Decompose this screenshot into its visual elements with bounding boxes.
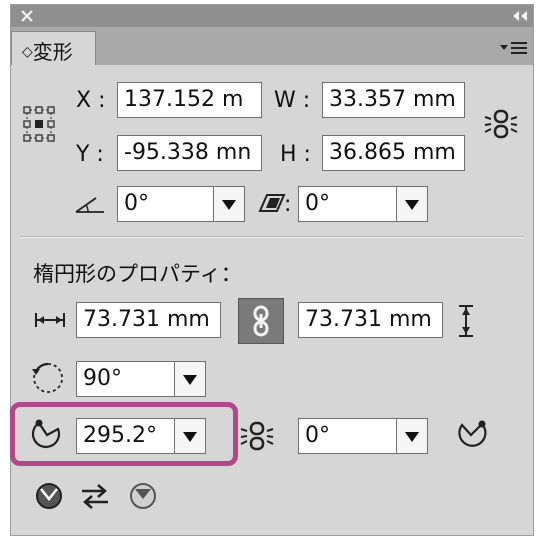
h-label: H : — [280, 142, 311, 167]
constrain-link-icon[interactable] — [484, 108, 518, 140]
pie-end-value: 0° — [305, 423, 330, 448]
shear-colon: : — [284, 192, 292, 217]
w-label: W : — [274, 88, 311, 113]
y-label: Y : — [76, 142, 104, 167]
rotate-angle-icon — [75, 197, 104, 213]
ellipse-rotate-icon — [32, 362, 63, 393]
y-field[interactable]: -95.338 mn — [117, 135, 262, 171]
w-field[interactable]: 33.357 mm — [322, 82, 465, 118]
link-icon — [253, 305, 269, 337]
shear-dropdown-arrow-icon[interactable] — [396, 187, 427, 221]
pie-end-dropdown[interactable]: 0° — [298, 418, 428, 454]
ellipse-height-field[interactable]: 73.731 mm — [298, 302, 443, 338]
ellipse-properties-heading: 楕円形のプロパティ： — [33, 262, 242, 286]
ellipse-height-icon — [459, 305, 473, 337]
swap-icon[interactable] — [80, 483, 110, 509]
pie-invert-icon[interactable] — [34, 481, 64, 511]
panel-menu-icon[interactable] — [500, 40, 530, 56]
panel-titlebar — [11, 5, 533, 27]
pie-outline-icon[interactable] — [128, 481, 158, 511]
pie-end-icon[interactable] — [454, 418, 488, 452]
rotate-dropdown[interactable]: 0° — [117, 186, 245, 222]
ellipse-rotation-dropdown[interactable]: 90° — [76, 361, 206, 397]
pie-end-arrow-icon[interactable] — [396, 419, 427, 453]
h-field[interactable]: 36.865 mm — [322, 135, 465, 171]
reference-point-icon[interactable] — [22, 104, 56, 144]
x-field[interactable]: 137.152 m — [117, 82, 262, 118]
pie-link-icon[interactable] — [240, 420, 274, 452]
pie-start-highlight — [10, 402, 238, 466]
x-label: X : — [76, 88, 106, 113]
tab-chevron-icon: ◇ — [22, 44, 33, 60]
shear-value: 0° — [305, 191, 330, 216]
ellipse-width-icon — [35, 313, 65, 327]
collapse-icon[interactable] — [512, 11, 528, 21]
ellipse-rotation-value: 90° — [83, 366, 122, 391]
ellipse-rotation-arrow-icon[interactable] — [174, 362, 205, 396]
close-icon[interactable] — [20, 9, 34, 23]
tab-transform-label: ◇変形 — [22, 40, 73, 64]
shear-icon — [258, 194, 286, 212]
ellipse-width-field[interactable]: 73.731 mm — [76, 302, 221, 338]
rotate-dropdown-arrow-icon[interactable] — [213, 187, 244, 221]
shear-dropdown[interactable]: 0° — [298, 186, 428, 222]
rotate-value: 0° — [124, 191, 149, 216]
section-divider — [20, 236, 524, 238]
